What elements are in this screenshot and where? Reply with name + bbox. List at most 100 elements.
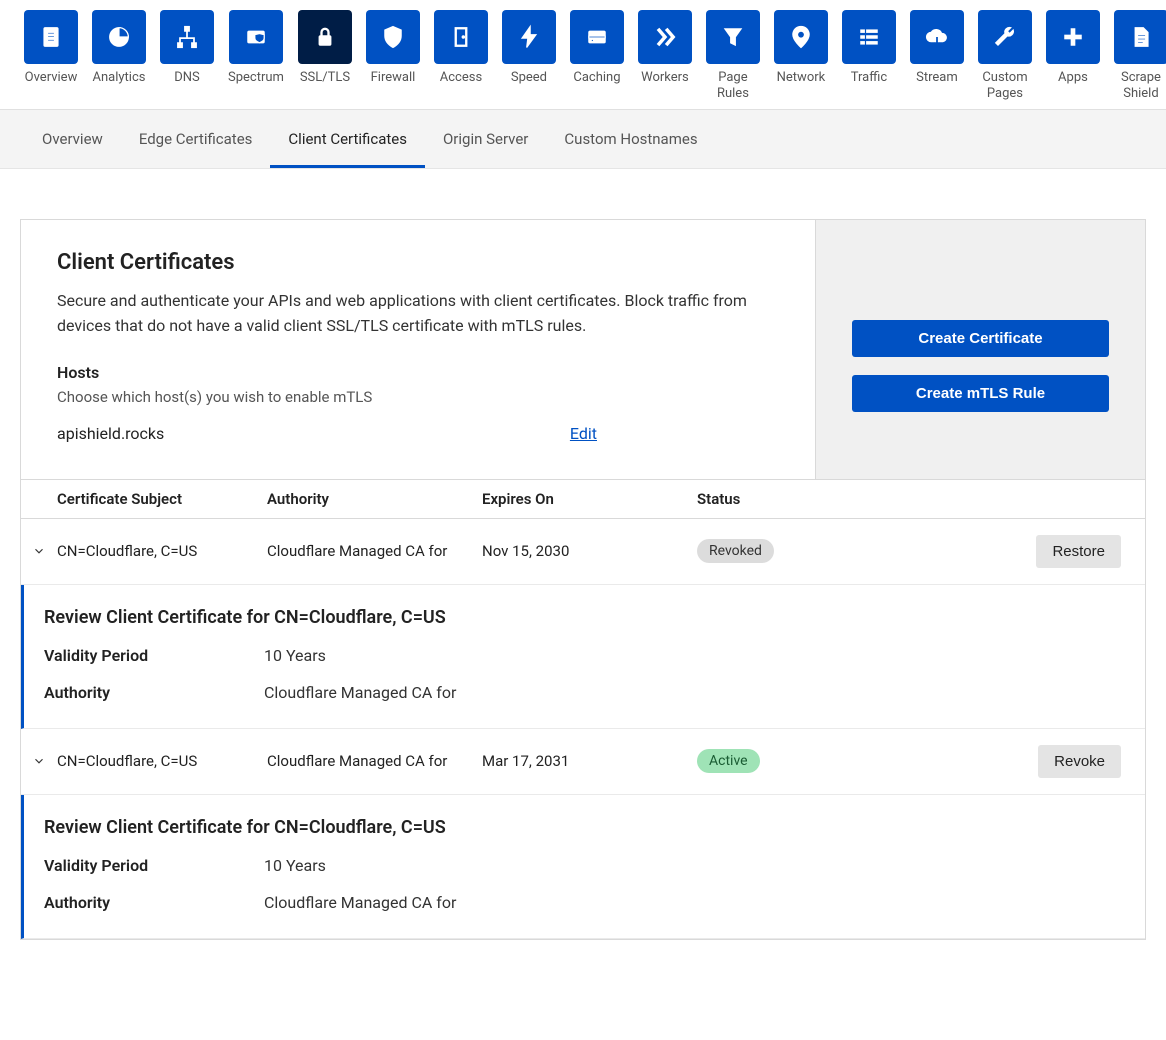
list-icon bbox=[842, 10, 896, 64]
nav-item-stream[interactable]: Stream bbox=[910, 10, 964, 109]
cert-rows: CN=Cloudflare, C=US Cloudflare Managed C… bbox=[21, 519, 1145, 939]
card-description: Secure and authenticate your APIs and we… bbox=[57, 289, 747, 339]
cell-actions: Restore bbox=[1011, 535, 1131, 568]
nav-item-speed[interactable]: Speed bbox=[502, 10, 556, 109]
detail-value: Cloudflare Managed CA for bbox=[264, 683, 456, 702]
nav-label: Firewall bbox=[371, 70, 416, 86]
cell-status: Active bbox=[697, 749, 1011, 773]
nav-label: Overview bbox=[25, 70, 78, 86]
content: Client Certificates Secure and authentic… bbox=[0, 169, 1166, 940]
col-expires: Expires On bbox=[482, 490, 697, 508]
client-certificates-card: Client Certificates Secure and authentic… bbox=[20, 219, 1146, 940]
cell-subject: CN=Cloudflare, C=US bbox=[57, 542, 267, 560]
table-row: CN=Cloudflare, C=US Cloudflare Managed C… bbox=[21, 729, 1145, 795]
nav-item-network[interactable]: Network bbox=[774, 10, 828, 109]
pin-icon bbox=[774, 10, 828, 64]
nav-item-dns[interactable]: DNS bbox=[160, 10, 214, 109]
card-title: Client Certificates bbox=[57, 250, 779, 275]
tab-edge-certificates[interactable]: Edge Certificates bbox=[121, 110, 271, 168]
nav-label: Caching bbox=[573, 70, 620, 86]
cell-status: Revoked bbox=[697, 539, 1011, 563]
nav-item-firewall[interactable]: Firewall bbox=[366, 10, 420, 109]
detail-value: Cloudflare Managed CA for bbox=[264, 893, 456, 912]
subnav: OverviewEdge CertificatesClient Certific… bbox=[0, 110, 1166, 169]
revoke-button[interactable]: Revoke bbox=[1038, 745, 1121, 778]
detail-label: Authority bbox=[44, 683, 264, 702]
nav-label: DNS bbox=[174, 70, 200, 86]
doc-icon bbox=[1114, 10, 1166, 64]
tab-origin-server[interactable]: Origin Server bbox=[425, 110, 546, 168]
cell-authority: Cloudflare Managed CA for bbox=[267, 542, 482, 560]
nav-item-caching[interactable]: Caching bbox=[570, 10, 624, 109]
shield-icon bbox=[366, 10, 420, 64]
col-authority: Authority bbox=[267, 490, 482, 508]
nav-item-analytics[interactable]: Analytics bbox=[92, 10, 146, 109]
nav-item-access[interactable]: Access bbox=[434, 10, 488, 109]
lock-icon bbox=[298, 10, 352, 64]
hosts-help: Choose which host(s) you wish to enable … bbox=[57, 388, 779, 406]
nav-label: Page Rules bbox=[717, 70, 749, 101]
detail-value: 10 Years bbox=[264, 646, 326, 665]
hosts-label: Hosts bbox=[57, 363, 779, 382]
nav-item-custom-pages[interactable]: Custom Pages bbox=[978, 10, 1032, 109]
detail-label: Validity Period bbox=[44, 856, 264, 875]
workers-icon bbox=[638, 10, 692, 64]
nav-label: Custom Pages bbox=[982, 70, 1027, 101]
cell-expires: Mar 17, 2031 bbox=[482, 752, 697, 770]
chevron-down-icon[interactable] bbox=[21, 754, 57, 768]
nav-label: Speed bbox=[511, 70, 547, 86]
nav-item-ssl-tls[interactable]: SSL/TLS bbox=[298, 10, 352, 109]
server-icon bbox=[570, 10, 624, 64]
nav-item-scrape-shield[interactable]: Scrape Shield bbox=[1114, 10, 1166, 109]
cell-authority: Cloudflare Managed CA for bbox=[267, 752, 482, 770]
status-badge: Active bbox=[697, 749, 760, 773]
detail-row-authority: Authority Cloudflare Managed CA for bbox=[44, 893, 1125, 912]
nav-label: SSL/TLS bbox=[300, 70, 350, 86]
cert-detail: Review Client Certificate for CN=Cloudfl… bbox=[21, 585, 1145, 729]
detail-label: Authority bbox=[44, 893, 264, 912]
nav-item-overview[interactable]: Overview bbox=[24, 10, 78, 109]
door-icon bbox=[434, 10, 488, 64]
col-subject: Certificate Subject bbox=[57, 490, 267, 508]
clipboard-icon bbox=[24, 10, 78, 64]
shield-card-icon bbox=[229, 10, 283, 64]
plus-icon bbox=[1046, 10, 1100, 64]
nav-item-workers[interactable]: Workers bbox=[638, 10, 692, 109]
detail-title: Review Client Certificate for CN=Cloudfl… bbox=[44, 607, 1125, 628]
pie-icon bbox=[92, 10, 146, 64]
nav-label: Spectrum bbox=[228, 70, 284, 86]
detail-row-authority: Authority Cloudflare Managed CA for bbox=[44, 683, 1125, 702]
cell-expires: Nov 15, 2030 bbox=[482, 542, 697, 560]
cloud-icon bbox=[910, 10, 964, 64]
nav-item-spectrum[interactable]: Spectrum bbox=[228, 10, 284, 109]
restore-button[interactable]: Restore bbox=[1036, 535, 1121, 568]
detail-label: Validity Period bbox=[44, 646, 264, 665]
nav-label: Stream bbox=[916, 70, 958, 86]
nav-item-page-rules[interactable]: Page Rules bbox=[706, 10, 760, 109]
card-right: Create Certificate Create mTLS Rule bbox=[815, 220, 1145, 479]
nav-label: Analytics bbox=[93, 70, 146, 86]
detail-row-validity: Validity Period 10 Years bbox=[44, 646, 1125, 665]
create-certificate-button[interactable]: Create Certificate bbox=[852, 320, 1109, 357]
funnel-icon bbox=[706, 10, 760, 64]
nav-label: Apps bbox=[1058, 70, 1088, 86]
host-row: apishield.rocks Edit bbox=[57, 424, 597, 443]
create-mtls-rule-button[interactable]: Create mTLS Rule bbox=[852, 375, 1109, 412]
tab-client-certificates[interactable]: Client Certificates bbox=[270, 110, 425, 168]
top-nav: Overview Analytics DNS Spectrum SSL/TLS … bbox=[0, 0, 1166, 110]
nav-label: Access bbox=[440, 70, 482, 86]
status-badge: Revoked bbox=[697, 539, 774, 563]
cert-detail: Review Client Certificate for CN=Cloudfl… bbox=[21, 795, 1145, 939]
cell-actions: Revoke bbox=[1011, 745, 1131, 778]
tab-overview[interactable]: Overview bbox=[24, 110, 121, 168]
tab-custom-hostnames[interactable]: Custom Hostnames bbox=[546, 110, 715, 168]
card-header: Client Certificates Secure and authentic… bbox=[21, 220, 1145, 480]
nav-item-apps[interactable]: Apps bbox=[1046, 10, 1100, 109]
cell-subject: CN=Cloudflare, C=US bbox=[57, 752, 267, 770]
bolt-icon bbox=[502, 10, 556, 64]
wrench-icon bbox=[978, 10, 1032, 64]
edit-hosts-link[interactable]: Edit bbox=[570, 424, 597, 443]
chevron-down-icon[interactable] bbox=[21, 544, 57, 558]
nav-label: Scrape Shield bbox=[1121, 70, 1161, 101]
nav-item-traffic[interactable]: Traffic bbox=[842, 10, 896, 109]
